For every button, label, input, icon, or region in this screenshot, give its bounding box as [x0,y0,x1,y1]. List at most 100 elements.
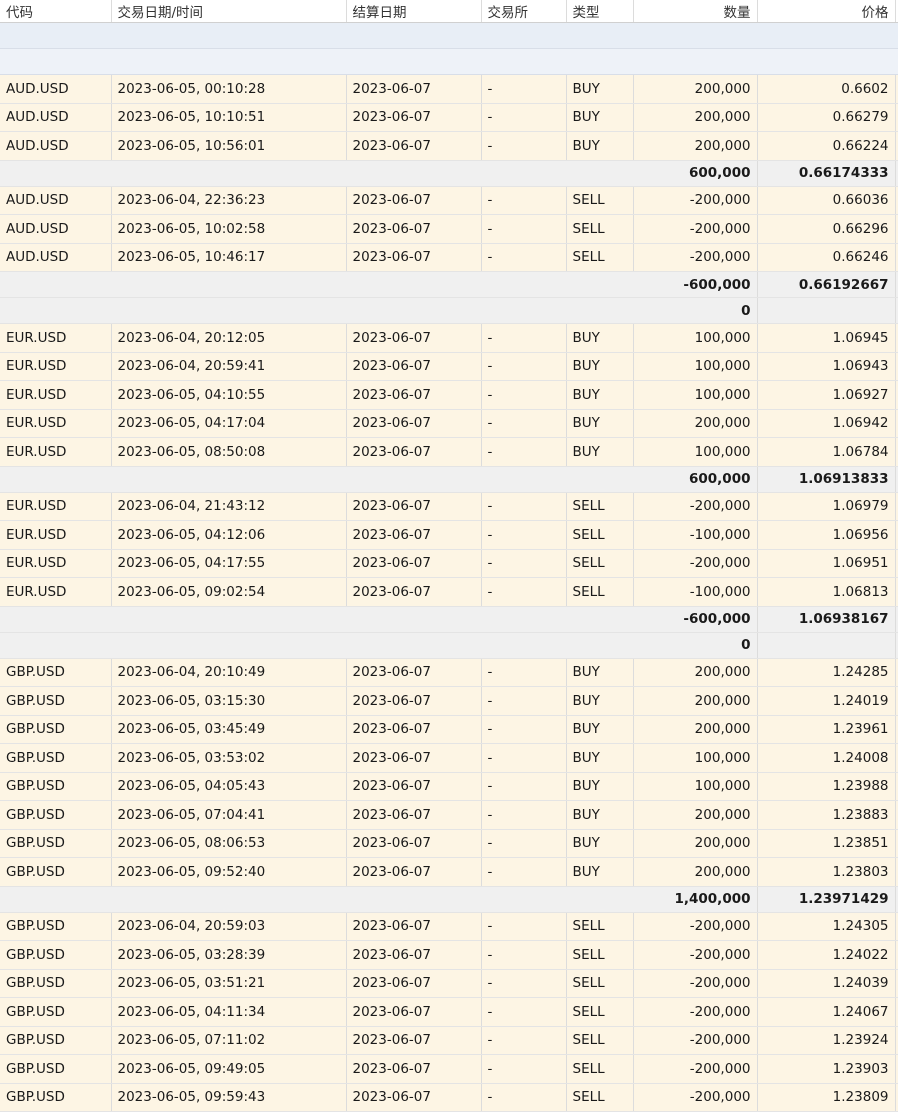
trade-datetime-cell: 2023-06-05, 10:46:17 [111,243,347,272]
header-exchange[interactable]: 交易所 [481,0,567,23]
table-row[interactable]: GBP.USD 2023-06-05, 03:15:30 2023-06-07- BU… [0,686,898,716]
quantity-cell: 200,000 [633,131,758,161]
exchange-cell: - [481,131,567,161]
quantity-cell: 200,000 [633,409,758,438]
table-row[interactable]: GBP.USD 2023-06-04, 20:10:49 2023-06-07- BU… [0,658,898,687]
trade-datetime-cell: 2023-06-04, 21:43:12 [111,492,347,521]
exchange-cell: - [481,186,567,215]
price-cell: 0.66279 [757,103,896,132]
exchange-cell: - [481,437,567,467]
table-row[interactable]: GBP.USD 2023-06-05, 09:49:05 2023-06-07- SE… [0,1054,898,1084]
settle-date-cell: 2023-06-07 [346,409,482,438]
price-cell: 1.06813 [757,577,896,607]
subtotal-quantity: 0 [633,297,758,324]
table-row[interactable]: EUR.USD 2023-06-05, 09:02:54 2023-06-07- SE… [0,577,898,607]
subtotal-spacer [0,886,633,913]
settle-date-cell: 2023-06-07 [346,131,482,161]
subtotal-quantity: 1,400,000 [633,886,758,913]
price-cell: 1.23988 [757,772,896,801]
quantity-cell: 100,000 [633,743,758,773]
table-row[interactable]: EUR.USD 2023-06-05, 04:12:06 2023-06-07- SE… [0,520,898,550]
quantity-cell: -200,000 [633,1054,758,1084]
table-row[interactable]: AUD.USD 2023-06-04, 22:36:23 2023-06-07- SE… [0,186,898,215]
table-row[interactable]: GBP.USD 2023-06-05, 03:45:49 2023-06-07- BU… [0,715,898,744]
type-cell: BUY [566,857,634,887]
table-row[interactable]: AUD.USD 2023-06-05, 10:56:01 2023-06-07- BU… [0,131,898,161]
table-row[interactable]: GBP.USD 2023-06-05, 07:04:41 2023-06-07- BU… [0,800,898,830]
type-cell: SELL [566,1054,634,1084]
table-row[interactable]: EUR.USD 2023-06-05, 04:17:55 2023-06-07- SE… [0,549,898,578]
table-row[interactable]: AUD.USD 2023-06-05, 10:02:58 2023-06-07- SE… [0,214,898,244]
settle-date-cell: 2023-06-07 [346,829,482,858]
trade-datetime-cell: 2023-06-05, 08:50:08 [111,437,347,467]
quantity-cell: -100,000 [633,577,758,607]
settle-date-cell: 2023-06-07 [346,912,482,941]
header-settle-date[interactable]: 结算日期 [346,0,482,23]
quantity-cell: 200,000 [633,857,758,887]
blank-row [0,48,898,75]
exchange-cell: - [481,74,567,104]
trade-datetime-cell: 2023-06-05, 10:02:58 [111,214,347,244]
subtotal-spacer [0,466,633,493]
table-row[interactable]: GBP.USD 2023-06-05, 09:52:40 2023-06-07- BU… [0,857,898,887]
trade-datetime-cell: 2023-06-05, 04:17:55 [111,549,347,578]
header-symbol[interactable]: 代码 [0,0,112,23]
header-quantity[interactable]: 数量 [633,0,758,23]
table-row[interactable]: GBP.USD 2023-06-05, 09:59:43 2023-06-07- SE… [0,1083,898,1112]
type-cell: BUY [566,131,634,161]
type-cell: BUY [566,743,634,773]
table-row[interactable]: EUR.USD 2023-06-05, 04:10:55 2023-06-07- BU… [0,380,898,410]
trade-datetime-cell: 2023-06-05, 09:52:40 [111,857,347,887]
quantity-cell: -200,000 [633,1083,758,1112]
table-row[interactable]: GBP.USD 2023-06-05, 04:05:43 2023-06-07- BU… [0,772,898,801]
settle-date-cell: 2023-06-07 [346,772,482,801]
subtotal-price [757,297,896,324]
table-row[interactable]: EUR.USD 2023-06-04, 20:59:41 2023-06-07- BU… [0,352,898,381]
table-row[interactable]: GBP.USD 2023-06-05, 03:53:02 2023-06-07- BU… [0,743,898,773]
trade-datetime-cell: 2023-06-05, 03:53:02 [111,743,347,773]
price-cell: 1.23809 [757,1083,896,1112]
symbol-cell: EUR.USD [0,380,112,410]
table-row[interactable]: GBP.USD 2023-06-05, 03:28:39 2023-06-07- SE… [0,940,898,970]
table-row[interactable]: GBP.USD 2023-06-05, 08:06:53 2023-06-07- BU… [0,829,898,858]
table-row[interactable]: EUR.USD 2023-06-04, 21:43:12 2023-06-07- SE… [0,492,898,521]
subtotal-quantity: -600,000 [633,271,758,298]
price-cell: 1.06951 [757,549,896,578]
price-cell: 1.06979 [757,492,896,521]
symbol-cell: AUD.USD [0,186,112,215]
symbol-cell: GBP.USD [0,997,112,1027]
quantity-cell: 100,000 [633,437,758,467]
subtotal-spacer [0,632,633,659]
header-price[interactable]: 价格 [757,0,896,23]
price-cell: 1.23883 [757,800,896,830]
table-row[interactable]: GBP.USD 2023-06-04, 20:59:03 2023-06-07- SE… [0,912,898,941]
type-cell: BUY [566,800,634,830]
header-trade-datetime[interactable]: 交易日期/时间 [111,0,347,23]
table-row[interactable]: EUR.USD 2023-06-04, 20:12:05 2023-06-07- BU… [0,323,898,353]
table-row[interactable]: GBP.USD 2023-06-05, 03:51:21 2023-06-07- SE… [0,969,898,998]
price-cell: 0.66224 [757,131,896,161]
type-cell: BUY [566,409,634,438]
header-type[interactable]: 类型 [566,0,634,23]
settle-date-cell: 2023-06-07 [346,352,482,381]
trade-datetime-cell: 2023-06-05, 03:51:21 [111,969,347,998]
table-row[interactable]: AUD.USD 2023-06-05, 10:46:17 2023-06-07- SE… [0,243,898,272]
table-row[interactable]: GBP.USD 2023-06-05, 07:11:02 2023-06-07- SE… [0,1026,898,1055]
quantity-cell: 100,000 [633,772,758,801]
quantity-cell: 200,000 [633,686,758,716]
exchange-cell: - [481,743,567,773]
table-row[interactable]: EUR.USD 2023-06-05, 04:17:04 2023-06-07- BU… [0,409,898,438]
subtotal-spacer [0,271,633,298]
price-cell: 1.06943 [757,352,896,381]
trade-datetime-cell: 2023-06-04, 20:59:03 [111,912,347,941]
trade-datetime-cell: 2023-06-05, 03:15:30 [111,686,347,716]
type-cell: SELL [566,549,634,578]
subtotal-row: 0 [0,297,898,324]
exchange-cell: - [481,857,567,887]
table-row[interactable]: AUD.USD 2023-06-05, 00:10:28 2023-06-07- BU… [0,74,898,104]
table-row[interactable]: AUD.USD 2023-06-05, 10:10:51 2023-06-07- BU… [0,103,898,132]
table-row[interactable]: GBP.USD 2023-06-05, 04:11:34 2023-06-07- SE… [0,997,898,1027]
table-row[interactable]: EUR.USD 2023-06-05, 08:50:08 2023-06-07- BU… [0,437,898,467]
settle-date-cell: 2023-06-07 [346,492,482,521]
settle-date-cell: 2023-06-07 [346,997,482,1027]
